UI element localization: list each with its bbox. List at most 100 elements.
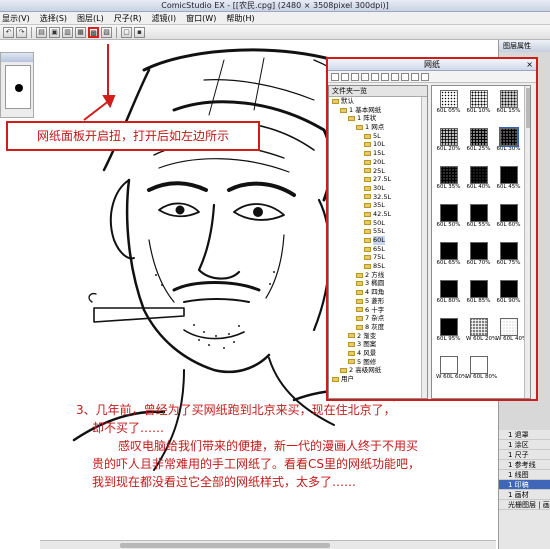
- folder-tree-item[interactable]: 3 椭圆: [329, 279, 427, 288]
- tone-swatch-item[interactable]: 60L 35%: [436, 166, 461, 191]
- layer-item[interactable]: 1 画材: [499, 490, 550, 500]
- tone-swatch-item[interactable]: 60L 50%: [436, 204, 461, 229]
- menu-help[interactable]: 帮助(H): [226, 13, 254, 24]
- folder-icon: [348, 359, 355, 365]
- folder-tree-item[interactable]: 10L: [329, 140, 427, 149]
- layer-item[interactable]: 1 涂区: [499, 440, 550, 450]
- tone-swatch-item[interactable]: 60L 75%: [496, 242, 521, 267]
- save-icon[interactable]: ▪: [134, 26, 145, 38]
- tone-swatch-item[interactable]: W 60L 60%: [436, 356, 467, 381]
- folder-tree: 文件夹一览 默认 1 基本网纸 1 阵状 1 网点 5L 10L 15L 20L 25L 27.5…: [328, 85, 428, 399]
- folder-tree-item[interactable]: 4 风景: [329, 349, 427, 358]
- folder-tree-item[interactable]: 75L: [329, 253, 427, 262]
- menu-view[interactable]: 显示(V): [2, 13, 30, 24]
- folder-tree-item[interactable]: 85L: [329, 262, 427, 271]
- tone-swatch-item[interactable]: 60L 65%: [436, 242, 461, 267]
- menu-ruler[interactable]: 尺子(R): [114, 13, 142, 24]
- list-view-icon[interactable]: [371, 72, 379, 81]
- folder-tree-item[interactable]: 用户: [329, 375, 427, 384]
- folder-tree-item[interactable]: 7 杂点: [329, 314, 427, 323]
- template-icon[interactable]: ▦: [75, 26, 86, 38]
- copy-icon[interactable]: ▣: [49, 26, 60, 38]
- folder-tree-item[interactable]: 15L: [329, 149, 427, 158]
- folder-tree-item[interactable]: 60L: [329, 236, 427, 245]
- tone-label: 60L 75%: [496, 260, 521, 266]
- scrollbar-thumb[interactable]: [120, 543, 330, 548]
- folder-tree-item[interactable]: 32.5L: [329, 193, 427, 202]
- layer-item[interactable]: 1 退罩: [499, 430, 550, 440]
- tone-scrollbar[interactable]: [524, 86, 530, 398]
- folder-tree-item[interactable]: 27.5L: [329, 175, 427, 184]
- tone-swatch-item[interactable]: 60L 25%: [466, 128, 491, 153]
- folder-tree-item[interactable]: 8 灰度: [329, 323, 427, 332]
- tone-swatch-item[interactable]: 60L 90%: [496, 280, 521, 305]
- folder-tree-item[interactable]: 1 基本网纸: [329, 106, 427, 115]
- brush-preview[interactable]: [5, 65, 31, 109]
- tone-swatch-item[interactable]: 60L 30%: [496, 127, 521, 153]
- folder-tree-item[interactable]: 5L: [329, 132, 427, 141]
- tone-swatch-item[interactable]: 60L 15%: [496, 90, 521, 115]
- window-icon[interactable]: ▢: [121, 26, 132, 38]
- folder-tree-item[interactable]: 2 渐变: [329, 332, 427, 341]
- folder-tree-item[interactable]: 50L: [329, 219, 427, 228]
- folder-tree-item[interactable]: 20L: [329, 158, 427, 167]
- tone-swatch-item[interactable]: 60L 05%: [436, 90, 461, 115]
- folder-tree-item[interactable]: 1 阵状: [329, 114, 427, 123]
- tone-swatch-item[interactable]: 60L 20%: [436, 128, 461, 153]
- paste-icon[interactable]: ▥: [62, 26, 73, 38]
- tone-icon[interactable]: [361, 72, 369, 81]
- up-folder-icon[interactable]: [341, 72, 349, 81]
- folder-tree-item[interactable]: 1 网点: [329, 123, 427, 132]
- undo-icon[interactable]: ↶: [3, 26, 14, 38]
- tone-swatch-item[interactable]: 60L 10%: [466, 90, 491, 115]
- new-folder-icon[interactable]: [351, 72, 359, 81]
- folder-icon: [364, 150, 371, 156]
- folder-tree-item[interactable]: 5 图修: [329, 358, 427, 367]
- tone-swatch-item[interactable]: 60L 95%: [436, 318, 461, 343]
- folder-tree-item[interactable]: 25L: [329, 167, 427, 176]
- tone-swatch-item[interactable]: 60L 80%: [436, 280, 461, 305]
- close-icon[interactable]: ×: [526, 59, 533, 71]
- folder-tree-item[interactable]: 6 十字: [329, 306, 427, 315]
- tone-swatch-item[interactable]: 60L 55%: [466, 204, 491, 229]
- folder-tree-item[interactable]: 4 四角: [329, 288, 427, 297]
- settings-icon[interactable]: [401, 72, 409, 81]
- scrollbar-thumb[interactable]: [526, 88, 530, 128]
- folder-tree-item[interactable]: 35L: [329, 201, 427, 210]
- thumbnail-view-icon[interactable]: [391, 72, 399, 81]
- info-icon[interactable]: [411, 72, 419, 81]
- layer-item[interactable]: 1 印稿: [499, 480, 550, 490]
- layer-item[interactable]: 1 参考线: [499, 460, 550, 470]
- folder-tree-item[interactable]: 3 图案: [329, 340, 427, 349]
- menu-layer[interactable]: 图层(L): [77, 13, 104, 24]
- tone-swatch-item[interactable]: 60L 45%: [496, 166, 521, 191]
- screentone-panel-button[interactable]: ▩: [88, 26, 99, 38]
- menu-window[interactable]: 窗口(W): [186, 13, 216, 24]
- delete-icon[interactable]: [421, 72, 429, 81]
- doc-icon[interactable]: ▤: [36, 26, 47, 38]
- tree-scrollbar[interactable]: [421, 97, 427, 398]
- folder-tree-item[interactable]: 65L: [329, 245, 427, 254]
- redo-icon[interactable]: ↷: [16, 26, 27, 38]
- folder-tree-item[interactable]: 55L: [329, 227, 427, 236]
- folder-tree-item[interactable]: 默认: [329, 97, 427, 106]
- layer-item[interactable]: 1 尺子: [499, 450, 550, 460]
- folder-tree-item[interactable]: 42.5L: [329, 210, 427, 219]
- folder-tree-item[interactable]: 30L: [329, 184, 427, 193]
- folder-tree-item[interactable]: 5 菱形: [329, 297, 427, 306]
- folder-icon[interactable]: [331, 72, 339, 81]
- folder-tree-item[interactable]: 2 高级网纸: [329, 366, 427, 375]
- tone-swatch-item[interactable]: 60L 40%: [466, 166, 491, 191]
- tone-swatch-item[interactable]: W 60L 40%: [496, 318, 527, 343]
- layer-item[interactable]: 1 线图: [499, 470, 550, 480]
- horizontal-scrollbar[interactable]: [40, 540, 496, 549]
- menu-select[interactable]: 选择(S): [40, 13, 67, 24]
- tone-swatch-item[interactable]: W 60L 80%: [466, 356, 497, 381]
- tone-swatch-item[interactable]: W 60L 20%: [466, 318, 497, 343]
- tone-swatch-item[interactable]: 60L 60%: [496, 204, 521, 229]
- grid-view-icon[interactable]: [381, 72, 389, 81]
- menu-filter[interactable]: 滤镜(I): [152, 13, 177, 24]
- grid-icon[interactable]: ▧: [101, 26, 112, 38]
- tone-swatch-item[interactable]: 60L 85%: [466, 280, 491, 305]
- tone-swatch-item[interactable]: 60L 70%: [466, 242, 491, 267]
